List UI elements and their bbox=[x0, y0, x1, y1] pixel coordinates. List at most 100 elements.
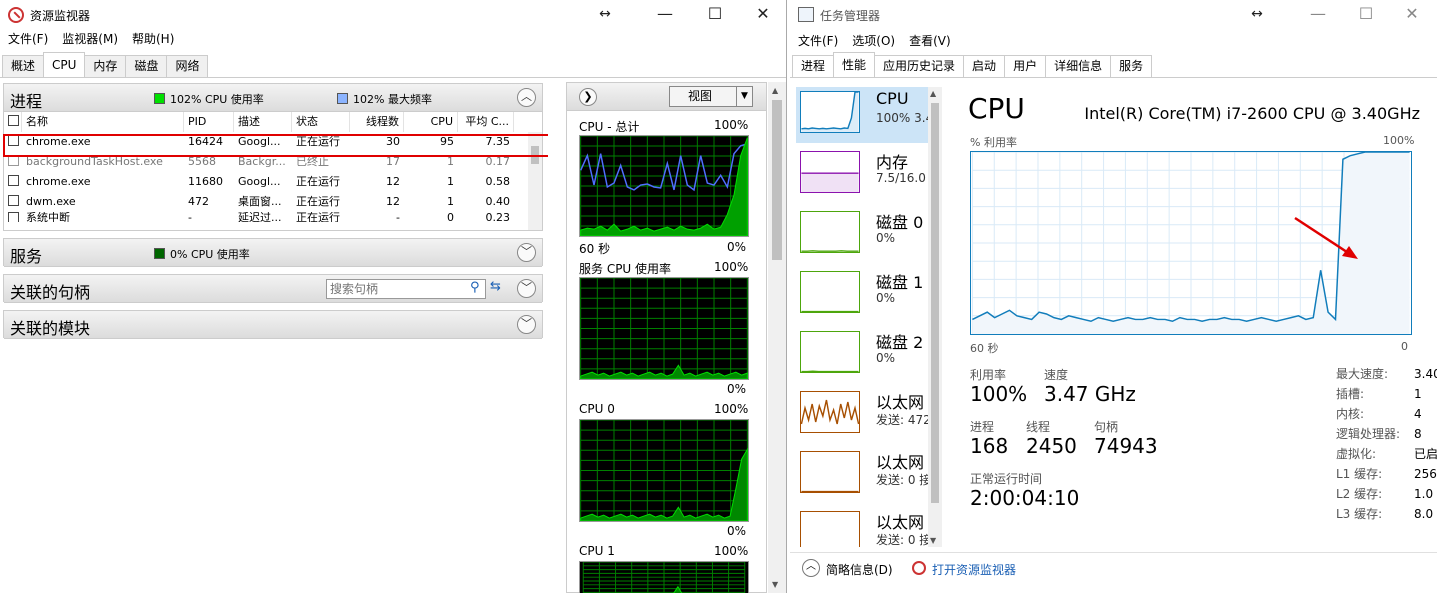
col-description[interactable]: 描述 bbox=[234, 112, 292, 132]
menu-monitor[interactable]: 监视器(M) bbox=[62, 30, 118, 48]
sidebar-item-ethernet-1[interactable]: 以太网 发送: 472 bbox=[796, 387, 931, 443]
col-avg-cpu[interactable]: 平均 C... bbox=[458, 112, 514, 132]
row-checkbox[interactable] bbox=[4, 192, 22, 212]
tab-performance[interactable]: 性能 bbox=[833, 52, 876, 77]
maximize-button[interactable]: ☐ bbox=[695, 4, 735, 26]
scroll-down-icon[interactable]: ▼ bbox=[772, 580, 778, 589]
chevron-up-icon[interactable]: ︿ bbox=[517, 88, 536, 107]
graph-time-right: 0 bbox=[1401, 340, 1408, 353]
col-threads[interactable]: 线程数 bbox=[350, 112, 404, 132]
graph-total-title: CPU - 总计 bbox=[579, 120, 640, 134]
handles-section: 关联的句柄 ⚲ ⇆ ﹀ bbox=[3, 274, 543, 303]
maximize-button[interactable]: ☐ bbox=[1346, 4, 1386, 26]
scroll-down-icon[interactable]: ▼ bbox=[930, 536, 936, 545]
tab-app-history[interactable]: 应用历史记录 bbox=[874, 55, 965, 77]
graph-scroll-thumb[interactable] bbox=[772, 100, 782, 260]
menu-help[interactable]: 帮助(H) bbox=[132, 30, 174, 48]
search-handles-input[interactable] bbox=[326, 279, 486, 299]
chevron-down-icon[interactable]: ﹀ bbox=[517, 315, 536, 334]
sidebar-item-title: 磁盘 2 bbox=[876, 333, 924, 352]
menu-options[interactable]: 选项(O) bbox=[852, 32, 895, 50]
processes-header[interactable]: 进程 102% CPU 使用率 102% 最大频率 ︿ bbox=[4, 84, 542, 112]
view-dropdown[interactable]: 视图 ▼ bbox=[669, 86, 753, 107]
graph-pane-scrollbar[interactable]: ▲ ▼ bbox=[768, 82, 786, 593]
table-row[interactable]: dwm.exe 472 桌面窗... 正在运行 12 1 0.40 bbox=[4, 192, 542, 212]
menu-file[interactable]: 文件(F) bbox=[8, 30, 48, 48]
stat-util-value: 100% bbox=[970, 382, 1028, 406]
tab-disk[interactable]: 磁盘 bbox=[125, 55, 168, 77]
cpu-total-graph bbox=[579, 135, 749, 237]
scroll-up-icon[interactable]: ▲ bbox=[772, 86, 778, 95]
disk0-thumbnail bbox=[800, 211, 860, 253]
cell-name: dwm.exe bbox=[26, 195, 76, 208]
chevron-down-icon[interactable]: ﹀ bbox=[517, 243, 536, 262]
graph-total-max: 100% bbox=[714, 118, 749, 132]
table-row[interactable]: chrome.exe 11680 Googl... 正在运行 12 1 0.58 bbox=[4, 172, 542, 192]
tab-memory[interactable]: 内存 bbox=[84, 55, 127, 77]
sidebar-item-memory[interactable]: 内存 7.5/16.0 bbox=[796, 147, 928, 203]
cell-avg: 0.58 bbox=[485, 175, 511, 188]
sidebar-item-ethernet-2[interactable]: 以太网 发送: 0 接 bbox=[796, 447, 931, 503]
tab-overview[interactable]: 概述 bbox=[2, 55, 45, 77]
col-cpu[interactable]: CPU bbox=[404, 112, 458, 132]
sidebar-item-disk1[interactable]: 磁盘 1 0% bbox=[796, 267, 928, 323]
cpu-heading: CPU bbox=[968, 92, 1025, 125]
sidebar-item-ethernet-3[interactable]: 以太网 发送: 0 接 bbox=[796, 507, 928, 547]
col-pid[interactable]: PID bbox=[184, 112, 234, 132]
processes-section: 进程 102% CPU 使用率 102% 最大频率 ︿ 名称 PID 描述 状态… bbox=[3, 83, 543, 231]
col-name[interactable]: 名称 bbox=[22, 112, 184, 132]
menu-view[interactable]: 查看(V) bbox=[909, 32, 951, 50]
cell-name: 系统中断 bbox=[26, 212, 70, 222]
sidebar-item-disk0[interactable]: 磁盘 0 0% bbox=[796, 207, 928, 263]
handles-header[interactable]: 关联的句柄 ⚲ ⇆ ﹀ bbox=[4, 275, 542, 303]
resource-monitor-window: 资源监视器 ↔ — ☐ ✕ 文件(F) 监视器(M) 帮助(H) 概述 CPU … bbox=[0, 0, 787, 593]
minimize-button[interactable]: — bbox=[1298, 4, 1338, 26]
menu-file[interactable]: 文件(F) bbox=[798, 32, 838, 50]
tab-services[interactable]: 服务 bbox=[1110, 55, 1153, 77]
modules-header[interactable]: 关联的模块 ﹀ bbox=[4, 311, 542, 339]
chevron-right-icon[interactable]: ❯ bbox=[579, 88, 597, 106]
refresh-icon[interactable]: ⇆ bbox=[490, 279, 501, 294]
services-section: 服务 0% CPU 使用率 ﹀ bbox=[3, 238, 543, 267]
close-button[interactable]: ✕ bbox=[1392, 4, 1432, 26]
table-row[interactable]: 系统中断 - 延迟过... 正在运行 - 0 0.23 bbox=[4, 212, 542, 222]
main-pane-scrollbar[interactable] bbox=[548, 82, 562, 593]
services-header[interactable]: 服务 0% CPU 使用率 ﹀ bbox=[4, 239, 542, 267]
cpu-model: Intel(R) Core(TM) i7-2600 CPU @ 3.40GHz bbox=[1084, 104, 1420, 123]
minimize-button[interactable]: — bbox=[645, 4, 685, 26]
sidebar-scroll-thumb[interactable] bbox=[931, 103, 939, 503]
tab-users[interactable]: 用户 bbox=[1004, 55, 1047, 77]
search-icon[interactable]: ⚲ bbox=[470, 280, 480, 295]
sidebar-item-title: 以太网 bbox=[876, 453, 925, 472]
tab-startup[interactable]: 启动 bbox=[963, 55, 1006, 77]
tab-cpu[interactable]: CPU bbox=[43, 52, 86, 77]
row-checkbox[interactable] bbox=[4, 212, 22, 222]
graph-total-min: 0% bbox=[727, 240, 747, 254]
spec-key: 插槽: bbox=[1336, 387, 1365, 401]
chevron-down-icon[interactable]: ﹀ bbox=[517, 279, 536, 298]
resmon-titlebar[interactable]: 资源监视器 ↔ — ☐ ✕ bbox=[0, 0, 786, 30]
row-checkbox[interactable] bbox=[4, 172, 22, 192]
sidebar-item-disk2[interactable]: 磁盘 2 0% bbox=[796, 327, 928, 383]
tab-details[interactable]: 详细信息 bbox=[1045, 55, 1112, 77]
sidebar-item-title: 以太网 bbox=[876, 513, 925, 532]
sidebar-scrollbar[interactable]: ▲ ▼ bbox=[928, 87, 942, 547]
chevron-up-icon[interactable]: ︿ bbox=[802, 559, 820, 577]
scroll-up-icon[interactable]: ▲ bbox=[930, 89, 936, 98]
services-title: 服务 bbox=[10, 247, 43, 266]
cell-pid: 472 bbox=[188, 195, 209, 208]
taskmgr-titlebar[interactable]: 任务管理器 ↔ — ☐ ✕ bbox=[790, 0, 1437, 30]
open-resource-monitor-link[interactable]: 打开资源监视器 bbox=[932, 561, 1016, 578]
process-max-frequency-text: 102% 最大频率 bbox=[353, 93, 432, 106]
close-button[interactable]: ✕ bbox=[743, 4, 783, 26]
select-all-checkbox[interactable] bbox=[4, 112, 22, 132]
fewer-details-link[interactable]: 简略信息(D) bbox=[826, 561, 893, 578]
taskmgr-app-icon bbox=[798, 7, 814, 22]
services-swatch bbox=[154, 248, 165, 259]
tab-processes[interactable]: 进程 bbox=[792, 55, 835, 77]
sidebar-item-cpu[interactable]: CPU 100% 3.4 bbox=[796, 87, 933, 143]
col-status[interactable]: 状态 bbox=[292, 112, 350, 132]
cell-desc: 延迟过... bbox=[238, 212, 282, 222]
tab-network[interactable]: 网络 bbox=[166, 55, 209, 77]
cell-pid: - bbox=[188, 212, 192, 222]
